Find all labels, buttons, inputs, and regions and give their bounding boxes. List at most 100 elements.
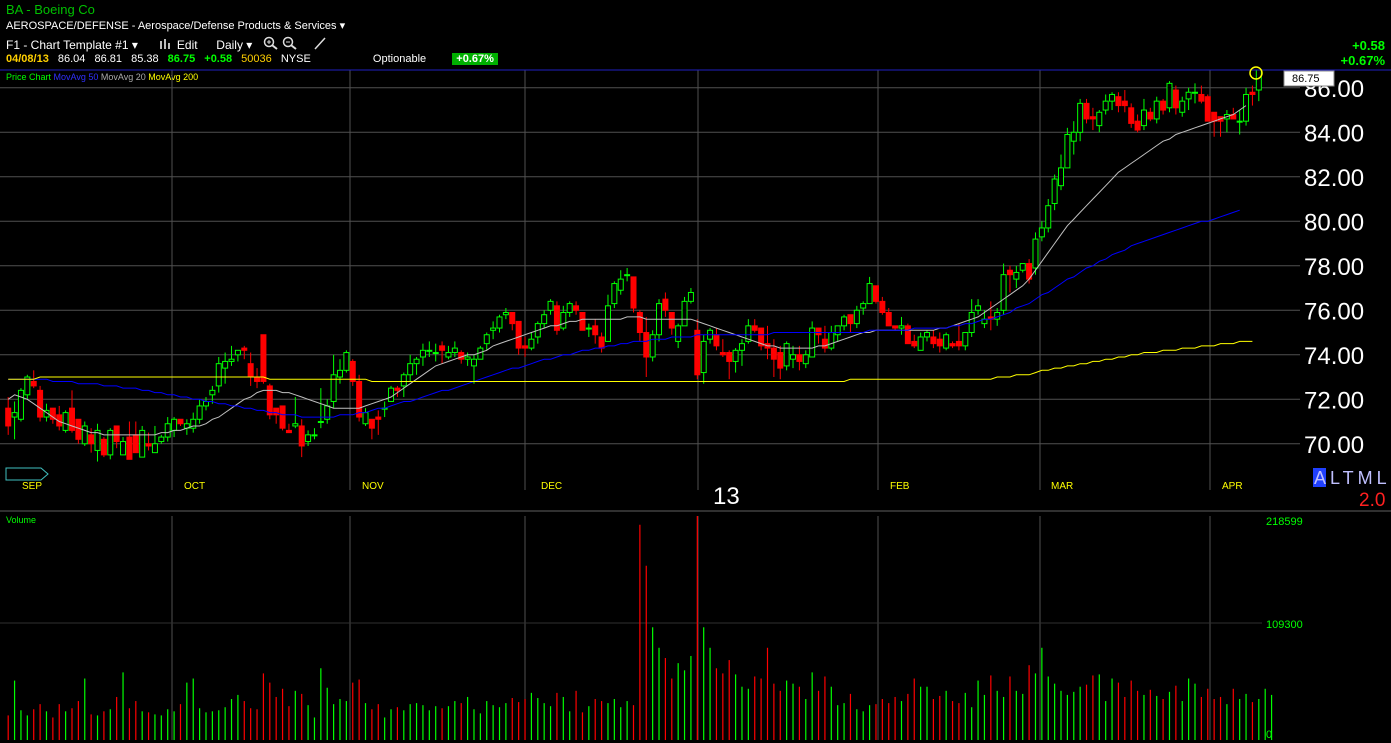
candle-body — [668, 311, 675, 329]
candle-body — [196, 405, 203, 420]
candle-body — [1211, 111, 1218, 122]
candle-body — [509, 311, 516, 325]
candle-body — [541, 314, 548, 325]
candle-body — [209, 389, 216, 396]
candle-body — [349, 360, 356, 382]
candle-body — [145, 443, 152, 447]
y-tick-label: 80.00 — [1304, 209, 1364, 236]
candle-body — [949, 343, 956, 347]
candle-body — [515, 320, 522, 349]
candle-body — [470, 358, 477, 367]
candle-body — [790, 354, 797, 360]
candle-body — [592, 325, 599, 336]
candle-body — [649, 334, 656, 358]
candle-body — [604, 305, 611, 342]
candle-body — [1147, 111, 1154, 120]
y-tick-label: 84.00 — [1304, 120, 1364, 147]
candle-body — [1038, 227, 1045, 238]
candle-body — [892, 325, 899, 329]
candle-body — [81, 425, 88, 445]
volume-tick-label: 109300 — [1266, 619, 1303, 631]
y-tick-label: 76.00 — [1304, 298, 1364, 325]
candle-body — [879, 300, 886, 313]
candle-body — [1204, 96, 1211, 122]
x-tick-label: FEB — [890, 481, 910, 492]
candle-body — [738, 343, 745, 351]
candle-body — [751, 325, 758, 331]
altml-label[interactable]: ALTML — [1314, 468, 1391, 488]
candle-body — [522, 345, 529, 349]
candle-body — [611, 283, 618, 305]
candle-body — [732, 349, 739, 362]
candle-body — [866, 283, 873, 305]
candle-body — [120, 441, 127, 456]
candle-body — [343, 352, 350, 371]
candle-body — [930, 336, 937, 345]
candle-body — [815, 327, 822, 336]
candle-body — [1058, 167, 1065, 187]
candle-body — [464, 356, 471, 360]
candle-body — [432, 352, 439, 355]
candle-body — [356, 380, 363, 418]
candle-body — [853, 309, 860, 325]
candle-body — [547, 300, 554, 311]
x-tick-label: SEP — [22, 481, 42, 492]
candle-body — [100, 438, 107, 456]
candle-body — [177, 418, 184, 425]
candle-body — [234, 349, 241, 356]
candle-body — [553, 305, 560, 331]
candle-body — [1102, 100, 1109, 111]
candle-body — [158, 436, 165, 443]
candle-body — [975, 305, 982, 311]
candle-body — [107, 429, 114, 456]
y-tick-label: 82.00 — [1304, 165, 1364, 192]
x-tick-label: NOV — [362, 481, 384, 492]
candle-body — [260, 334, 267, 382]
y-tick-label: 78.00 — [1304, 254, 1364, 281]
candle-body — [828, 332, 835, 349]
candle-body — [1115, 96, 1122, 107]
candle-body — [783, 343, 790, 367]
candle-body — [17, 389, 24, 420]
candle-body — [943, 334, 950, 349]
candle-body — [598, 336, 605, 349]
candle-body — [1096, 111, 1103, 127]
chart-canvas[interactable]: 70.00 72.00 74.00 76.00 78.00 80.00 82.00 84.00… — [0, 0, 1391, 743]
candle-body — [834, 325, 841, 336]
candle-body — [228, 358, 235, 362]
candle-body — [292, 423, 299, 427]
candle-body — [1172, 89, 1179, 109]
candle-body — [164, 423, 171, 438]
candle-body — [394, 387, 401, 391]
x-tick-label: DEC — [541, 481, 562, 492]
candle-body — [62, 412, 69, 431]
last-price-label: 86.75 — [1292, 73, 1320, 85]
candle-body — [821, 338, 828, 349]
candle-body — [336, 369, 343, 378]
scroll-handle[interactable] — [5, 467, 49, 481]
candle-body — [719, 352, 726, 356]
candle-body — [726, 352, 733, 362]
candle-body — [132, 434, 139, 454]
candle-body — [279, 405, 286, 429]
candle-body — [1013, 271, 1020, 280]
ma50-line — [8, 209, 1240, 418]
candle-body — [579, 311, 586, 331]
candle-body — [5, 407, 12, 427]
year-label: 13 — [713, 483, 740, 510]
candle-body — [955, 340, 962, 347]
candle-body — [662, 298, 669, 311]
candle-body — [1243, 93, 1250, 122]
candle-body — [573, 305, 580, 311]
candle-body — [317, 421, 324, 424]
volume-tick-label: 0 — [1266, 729, 1272, 741]
candle-body — [1153, 100, 1160, 120]
candle-body — [1109, 93, 1116, 102]
candle-body — [311, 434, 318, 437]
candle-body — [388, 387, 395, 402]
volume-label: Volume — [6, 515, 36, 525]
candle-body — [113, 425, 120, 443]
candle-body — [796, 354, 803, 362]
candle-body — [1128, 107, 1135, 124]
candle-body — [496, 316, 503, 329]
